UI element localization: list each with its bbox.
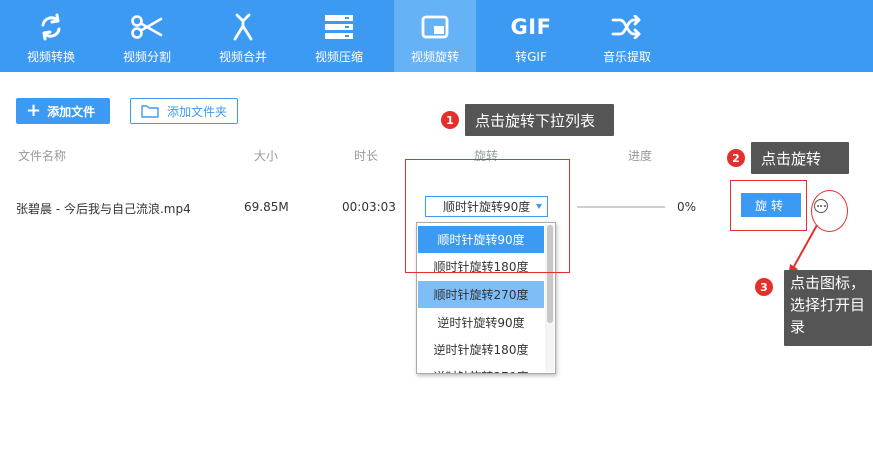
tool-video-split[interactable]: 视频分割 xyxy=(106,0,188,72)
header-size: 大小 xyxy=(254,149,279,163)
tool-music-extract[interactable]: 音乐提取 xyxy=(586,0,668,72)
step-badge-2: 2 xyxy=(727,149,745,167)
compress-bars-icon xyxy=(298,12,380,42)
folder-icon xyxy=(141,105,159,118)
tool-video-rotate[interactable]: 视频旋转 xyxy=(394,0,476,72)
progress-percent: 0% xyxy=(677,200,697,214)
tool-label: 视频转换 xyxy=(26,50,75,64)
sync-arrows-icon xyxy=(10,12,92,42)
tool-label: 音乐提取 xyxy=(602,50,651,64)
tool-video-convert[interactable]: 视频转换 xyxy=(10,0,92,72)
step-badge-1: 1 xyxy=(441,111,459,129)
step-badge-3: 3 xyxy=(755,278,773,296)
tool-label: 视频合并 xyxy=(218,50,267,64)
callout-step-3: 点击图标，选择打开目录 xyxy=(784,270,872,346)
dropdown-option[interactable]: 逆时针旋转90度 xyxy=(418,309,544,336)
file-duration: 00:03:03 xyxy=(342,200,396,214)
callout-text: 点击图标，选择打开目录 xyxy=(790,274,866,336)
add-folder-button[interactable]: 添加文件夹 xyxy=(130,98,238,124)
merge-arrow-icon xyxy=(202,12,284,42)
scissors-icon xyxy=(106,12,188,42)
top-toolbar: 视频转换 视频分割 视频合并 视频压缩 视频旋转 GIF 转GIF 音乐提取 xyxy=(0,0,873,72)
highlight-rotate-column xyxy=(405,159,570,273)
callout-step-2: 点击旋转 xyxy=(751,142,849,174)
tool-video-compress[interactable]: 视频压缩 xyxy=(298,0,380,72)
dropdown-option[interactable]: 顺时针旋转270度 xyxy=(418,281,544,308)
callout-text: 点击旋转 xyxy=(761,149,822,168)
add-file-button[interactable]: + 添加文件 xyxy=(16,98,110,124)
add-folder-label: 添加文件夹 xyxy=(167,104,228,119)
callout-step-1: 点击旋转下拉列表 xyxy=(465,104,614,136)
tool-to-gif[interactable]: GIF 转GIF xyxy=(490,0,572,72)
tool-label: 视频压缩 xyxy=(314,50,363,64)
header-duration: 时长 xyxy=(354,149,379,163)
plus-icon: + xyxy=(26,100,42,121)
gif-icon: GIF xyxy=(510,15,552,39)
progress-bar xyxy=(577,206,665,208)
dropdown-option[interactable]: 逆时针旋转180度 xyxy=(418,336,544,363)
tool-label: 视频旋转 xyxy=(410,50,459,64)
tool-label: 转GIF xyxy=(515,50,547,64)
dropdown-option[interactable]: 逆时针旋转270度 xyxy=(418,363,544,373)
tool-label: 视频分割 xyxy=(122,50,171,64)
callout-text: 点击旋转下拉列表 xyxy=(475,111,596,130)
shuffle-icon xyxy=(586,12,668,42)
file-size: 69.85M xyxy=(244,200,289,214)
rotate-screen-icon xyxy=(394,12,476,42)
header-file-name: 文件名称 xyxy=(18,149,67,163)
add-file-label: 添加文件 xyxy=(47,104,96,119)
header-progress: 进度 xyxy=(628,149,653,163)
file-name: 张碧晨 - 今后我与自己流浪.mp4 xyxy=(16,202,191,216)
tool-video-merge[interactable]: 视频合并 xyxy=(202,0,284,72)
